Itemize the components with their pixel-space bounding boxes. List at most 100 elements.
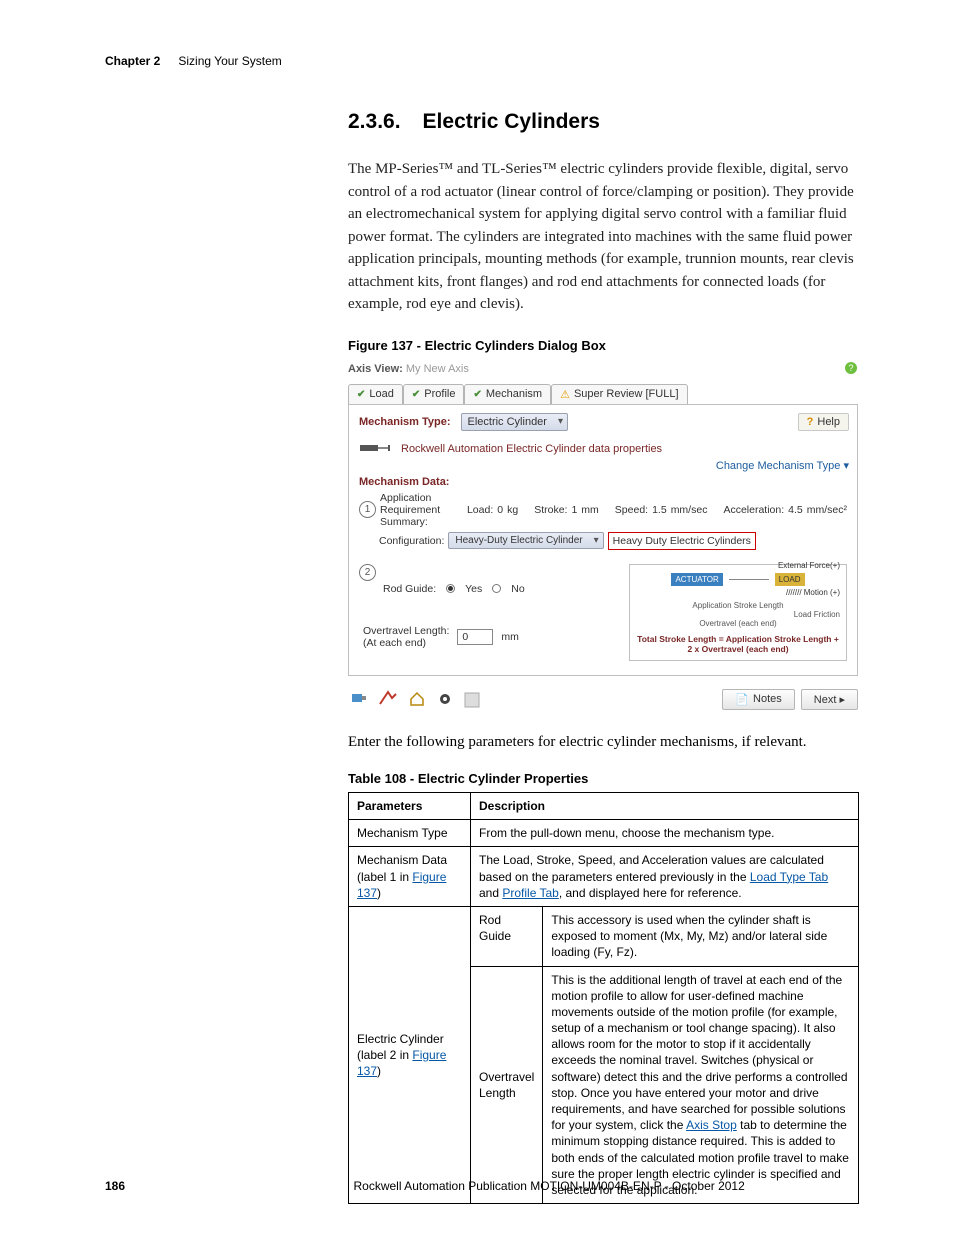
cell-ec-pre: (label 2 in	[357, 1048, 412, 1062]
cylinder-icon	[359, 441, 391, 458]
stroke-unit: mm	[581, 504, 599, 516]
axis-view-label: Axis View:	[348, 363, 403, 375]
cell-overtravel-length: Overtravel Length	[471, 966, 543, 1204]
notes-button[interactable]: 📄Notes	[722, 689, 794, 710]
wizard-tabs: ✔ Load ✔ Profile ✔Mechanism ⚠Super Review …	[348, 384, 858, 404]
publication-info: Rockwell Automation Publication MOTION-U…	[354, 1179, 745, 1193]
mechanism-panel: Mechanism Type: Electric Cylinder ? Help…	[348, 404, 858, 676]
help-button[interactable]: ? Help	[798, 413, 849, 431]
warning-icon: ⚠	[560, 388, 570, 401]
figure-caption: Figure 137 - Electric Cylinders Dialog B…	[348, 338, 859, 353]
axis-stop-link[interactable]: Axis Stop	[686, 1118, 737, 1132]
mechanism-type-dropdown[interactable]: Electric Cylinder	[461, 413, 568, 431]
cell-mechanism-data: Mechanism Data (label 1 in Figure 137)	[349, 847, 471, 907]
rod-guide-yes-label: Yes	[465, 583, 482, 595]
cell-mechanism-type-desc: From the pull-down menu, choose the mech…	[471, 820, 859, 847]
rod-guide-label: Rod Guide:	[383, 583, 436, 595]
actuator-diagram: ACTUATOR LOAD External Force(+) /////// …	[629, 564, 847, 661]
tab-mechanism-label: Mechanism	[486, 388, 542, 400]
load-type-tab-link[interactable]: Load Type Tab	[750, 870, 828, 884]
diagram-ot-each: Overtravel (each end)	[636, 619, 840, 628]
load-value: 0	[497, 504, 503, 516]
accel-unit: mm/sec²	[807, 504, 847, 516]
diagram-actuator-tag: ACTUATOR	[671, 573, 722, 586]
chapter-label: Chapter 2	[105, 54, 160, 68]
running-header: Chapter 2 Sizing Your System	[105, 54, 859, 68]
rod-guide-no-radio[interactable]	[492, 584, 501, 593]
overtravel-label-group: Overtravel Length: (At each end)	[363, 625, 449, 649]
config-button[interactable]: Heavy Duty Electric Cylinders	[608, 532, 756, 550]
mechanism-data-header: Mechanism Data:	[359, 476, 847, 488]
stroke-label: Stroke:	[534, 504, 567, 516]
tab-profile-label: Profile	[424, 388, 455, 400]
config-dropdown[interactable]: Heavy-Duty Electric Cylinder	[448, 532, 603, 549]
mechanism-type-label: Mechanism Type:	[359, 416, 451, 428]
section-heading: 2.3.6. Electric Cylinders	[348, 110, 859, 134]
tab-profile[interactable]: ✔ Profile	[403, 384, 465, 404]
ra-description: Rockwell Automation Electric Cylinder da…	[401, 443, 662, 455]
home-icon[interactable]	[408, 690, 426, 711]
r2-desc-post: , and displayed here for reference.	[559, 886, 742, 900]
col-header-parameters: Parameters	[349, 793, 471, 820]
check-icon: ✔	[412, 389, 420, 400]
axis-view-value: My New Axis	[406, 363, 469, 375]
toolbar-icons	[348, 688, 480, 711]
next-button[interactable]: Next ▸	[801, 689, 858, 710]
config-row: Configuration: Heavy-Duty Electric Cylin…	[359, 532, 847, 550]
callout-1: 1	[359, 501, 376, 518]
speed-unit: mm/sec	[671, 504, 708, 516]
motor-icon[interactable]	[348, 688, 368, 711]
ars-label: Application Requirement Summary:	[380, 492, 463, 528]
notes-icon: 📄	[735, 693, 749, 706]
drive-icon[interactable]	[378, 688, 398, 711]
accel-label: Acceleration:	[723, 504, 784, 516]
overtravel-sublabel: (At each end)	[363, 637, 449, 649]
speed-value: 1.5	[652, 504, 667, 516]
cell-mechanism-data-desc: The Load, Stroke, Speed, and Acceleratio…	[471, 847, 859, 907]
accel-value: 4.5	[788, 504, 803, 516]
check-icon: ✔	[357, 389, 365, 400]
help-icon[interactable]: ?	[844, 361, 858, 378]
load-label: Load:	[467, 504, 493, 516]
cell-mechanism-data-pre: (label 1 in	[357, 870, 412, 884]
cell-electric-cylinder: Electric Cylinder (label 2 in Figure 137…	[349, 906, 471, 1203]
speed-label: Speed:	[615, 504, 648, 516]
section-number: 2.3.6.	[348, 110, 401, 133]
profile-tab-link[interactable]: Profile Tab	[502, 886, 558, 900]
help-button-label: Help	[817, 416, 840, 428]
ars-row: 1 Application Requirement Summary: Load:…	[359, 492, 847, 528]
cell-ec-title: Electric Cylinder	[357, 1032, 444, 1046]
cell-mechanism-data-post: )	[377, 886, 381, 900]
section-title: Electric Cylinders	[423, 110, 600, 133]
tab-review[interactable]: ⚠Super Review [FULL]	[551, 384, 687, 404]
config-label: Configuration:	[379, 535, 444, 547]
axis-view: Axis View: My New Axis	[348, 363, 469, 375]
diagram-app-stroke: Application Stroke Length	[636, 601, 840, 610]
change-mechanism-type-link[interactable]: Change Mechanism Type ▾	[716, 459, 849, 472]
chapter-title: Sizing Your System	[178, 54, 281, 68]
rod-guide-yes-radio[interactable]	[446, 584, 455, 593]
diagram-motion: Motion (+)	[804, 588, 840, 597]
col-header-description: Description	[471, 793, 859, 820]
stroke-value: 1	[571, 504, 577, 516]
placeholder-icon[interactable]	[464, 692, 480, 711]
tab-mechanism[interactable]: ✔Mechanism	[464, 384, 551, 404]
diagram-load-friction: Load Friction	[636, 610, 840, 619]
cell-mechanism-data-title: Mechanism Data	[357, 853, 447, 867]
diagram-note: Total Stroke Length = Application Stroke…	[636, 634, 840, 654]
table-caption: Table 108 - Electric Cylinder Properties	[348, 771, 859, 786]
r3-desc-pre: This is the additional length of travel …	[551, 973, 847, 1133]
page-number: 186	[105, 1179, 125, 1193]
overtravel-input[interactable]: 0	[457, 629, 493, 645]
cell-rod-guide-desc: This accessory is used when the cylinder…	[543, 906, 859, 966]
instruction-paragraph: Enter the following parameters for elect…	[348, 731, 859, 754]
tab-load-label: Load	[369, 388, 393, 400]
gear-icon[interactable]	[436, 690, 454, 711]
rod-guide-no-label: No	[511, 583, 524, 595]
diagram-load-tag: LOAD	[775, 573, 805, 586]
overtravel-unit: mm	[501, 631, 519, 643]
page-footer: 186 Rockwell Automation Publication MOTI…	[105, 1179, 859, 1193]
cell-rod-guide: Rod Guide	[471, 906, 543, 966]
tab-load[interactable]: ✔ Load	[348, 384, 403, 404]
cell-overtravel-length-desc: This is the additional length of travel …	[543, 966, 859, 1204]
